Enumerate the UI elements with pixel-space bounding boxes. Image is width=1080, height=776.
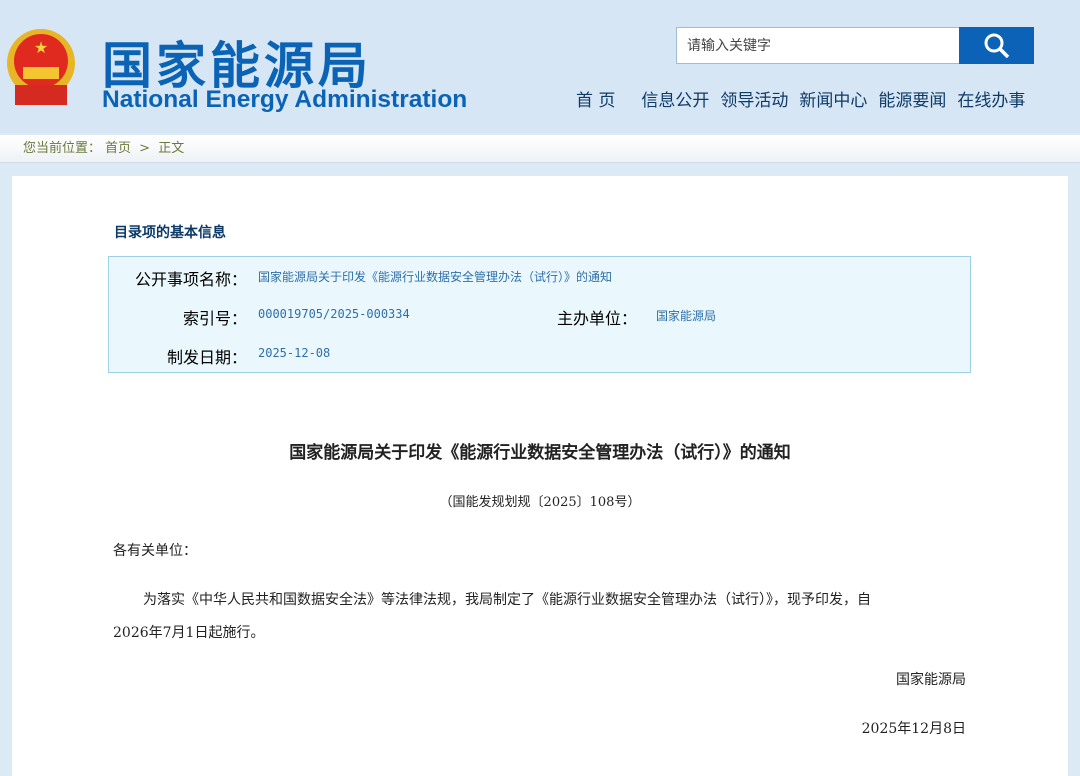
info-section-title: 目录项的基本信息 — [114, 225, 226, 241]
document-number: （国能发规划规〔2025〕108号） — [439, 495, 641, 510]
info-box: 公开事项名称： 国家能源局关于印发《能源行业数据安全管理办法（试行）》的通知 索… — [108, 256, 971, 373]
date-label: 制发日期： — [166, 348, 247, 367]
main-nav: 首 页 信息公开 领导活动 新闻中心 能源要闻 在线办事 — [576, 86, 1036, 111]
nav-leadership[interactable]: 领导活动 — [720, 86, 788, 111]
body-line-1: 为落实《中华人民共和国数据安全法》等法律法规，我局制定了《能源行业数据安全管理办… — [143, 592, 871, 608]
breadcrumb: 您当前位置： 首页 > 正文 — [0, 135, 1080, 163]
national-emblem-icon: ★ — [7, 29, 75, 105]
nav-online-services[interactable]: 在线办事 — [957, 86, 1025, 111]
search-icon — [984, 33, 1009, 58]
index-value: 000019705/2025-000334 — [258, 307, 410, 321]
name-label: 公开事项名称： — [134, 270, 247, 289]
nav-energy-news[interactable]: 能源要闻 — [878, 86, 946, 111]
signature: 国家能源局 — [896, 672, 966, 688]
salutation: 各有关单位： — [113, 543, 197, 559]
name-value: 国家能源局关于印发《能源行业数据安全管理办法（试行）》的通知 — [258, 270, 613, 284]
search-box — [676, 27, 1034, 64]
site-header: ★ 国家能源局 National Energy Administration 首… — [0, 0, 1080, 133]
index-label: 索引号： — [182, 309, 247, 328]
body-line-2: 2026年7月1日起施行。 — [113, 625, 265, 641]
signature-date: 2025年12月8日 — [861, 721, 966, 737]
nav-info-disclosure[interactable]: 信息公开 — [641, 86, 709, 111]
breadcrumb-prefix: 您当前位置： — [23, 141, 102, 156]
org-value: 国家能源局 — [656, 309, 717, 323]
search-button[interactable] — [959, 27, 1034, 64]
breadcrumb-current: 正文 — [158, 141, 185, 156]
svg-text:★: ★ — [34, 38, 48, 57]
date-value: 2025-12-08 — [258, 346, 331, 360]
logo-english[interactable]: National Energy Administration — [102, 86, 467, 114]
search-input[interactable] — [677, 28, 959, 63]
article-title: 国家能源局关于印发《能源行业数据安全管理办法（试行）》的通知 — [289, 443, 791, 463]
org-label: 主办单位： — [556, 309, 637, 328]
nav-home[interactable]: 首 页 — [576, 86, 615, 111]
breadcrumb-home[interactable]: 首页 — [105, 141, 131, 156]
breadcrumb-separator: > — [139, 141, 151, 156]
nav-news[interactable]: 新闻中心 — [799, 86, 867, 111]
